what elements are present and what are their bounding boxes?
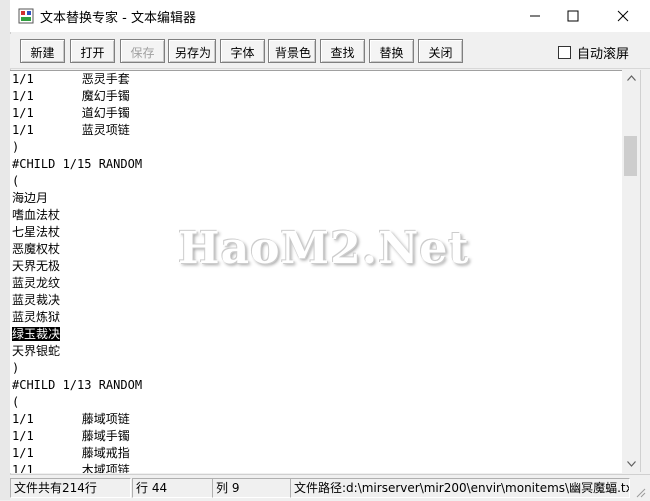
line-item-name: 魔幻手镯 — [81, 89, 130, 103]
title-bar[interactable]: 文本替换专家 - 文本编辑器 — [10, 0, 650, 32]
new-button[interactable]: 新建 — [20, 39, 65, 63]
text-line: #CHILD 1/13 RANDOM — [10, 377, 622, 394]
save-as-button[interactable]: 另存为 — [168, 39, 216, 63]
autoscroll-checkbox[interactable]: 自动滚屏 — [558, 43, 629, 62]
text-line: 1/1 藤域项链 — [10, 411, 622, 428]
scroll-up-icon — [626, 75, 636, 81]
text-line: ( — [10, 173, 622, 190]
close-button[interactable] — [600, 0, 646, 32]
text-line: 天界银蛇 — [10, 343, 622, 360]
checkbox-icon — [558, 46, 571, 59]
save-button[interactable]: 保存 — [120, 39, 165, 63]
line-text: 天界银蛇 — [12, 344, 61, 358]
text-line: 蓝灵炼狱 — [10, 309, 622, 326]
text-line: 1/1 藤域手镯 — [10, 428, 622, 445]
text-line: ) — [10, 139, 622, 156]
window-right-edge — [640, 70, 650, 472]
maximize-button[interactable] — [550, 0, 596, 32]
status-bar: 文件共有214行 行 44 列 9 文件路径:d:\mirserver\mir2… — [10, 474, 650, 501]
line-text: 1/1 — [12, 72, 34, 86]
line-item-name: 道幻手镯 — [81, 106, 130, 120]
line-text: 七星法杖 — [12, 225, 61, 239]
line-text: 1/1 — [12, 123, 34, 137]
size-grip-icon[interactable] — [634, 486, 646, 498]
toolbar: 新建 打开 保存 另存为 字体 背景色 查找 替换 关闭 自动滚屏 — [10, 34, 650, 69]
line-text: 蓝灵裁决 — [12, 293, 61, 307]
watermark: HaoM2.Net — [178, 223, 470, 274]
text-line: 嗜血法杖 — [10, 207, 622, 224]
background-color-button[interactable]: 背景色 — [268, 39, 316, 63]
line-text: 1/1 — [12, 463, 34, 473]
find-button[interactable]: 查找 — [320, 39, 365, 63]
line-text: #CHILD 1/15 RANDOM — [12, 157, 143, 171]
app-icon — [18, 8, 34, 24]
text-line: 1/1 道幻手镯 — [10, 105, 622, 122]
text-line: 1/1 恶灵手套 — [10, 71, 622, 88]
line-text: ( — [12, 174, 20, 188]
open-button[interactable]: 打开 — [70, 39, 115, 63]
text-line: 海边月 — [10, 190, 622, 207]
text-line: 绿玉裁决 — [10, 326, 622, 343]
line-item-name: 藤域手镯 — [81, 429, 130, 443]
line-text: 1/1 — [12, 429, 34, 443]
autoscroll-label: 自动滚屏 — [577, 47, 630, 62]
text-line: #CHILD 1/15 RANDOM — [10, 156, 622, 173]
line-text: 天界无极 — [12, 259, 61, 273]
text-line: ) — [10, 360, 622, 377]
font-button[interactable]: 字体 — [220, 39, 265, 63]
close-file-button[interactable]: 关闭 — [418, 39, 463, 63]
status-file-path: 文件路径:d:\mirserver\mir200\envir\monitems\… — [290, 478, 630, 498]
close-icon — [617, 10, 629, 22]
line-text: ( — [12, 395, 20, 409]
line-text: 海边月 — [12, 191, 49, 205]
text-line: 1/1 木域项链 — [10, 462, 622, 473]
line-text: 1/1 — [12, 89, 34, 103]
line-text: 1/1 — [12, 106, 34, 120]
text-line: 1/1 魔幻手镯 — [10, 88, 622, 105]
line-text: 绿玉裁决 — [12, 327, 61, 341]
vertical-scrollbar[interactable] — [622, 70, 640, 472]
text-line: 1/1 藤域戒指 — [10, 445, 622, 462]
line-text: ) — [12, 361, 20, 375]
status-file-lines: 文件共有214行 — [10, 478, 131, 498]
line-text: 嗜血法杖 — [12, 208, 61, 222]
status-row: 行 44 — [132, 478, 213, 498]
line-item-name: 藤域戒指 — [81, 446, 130, 460]
line-item-name: 蓝灵项链 — [81, 123, 130, 137]
line-text: 恶魔权杖 — [12, 242, 61, 256]
window-title: 文本替换专家 - 文本编辑器 — [40, 11, 196, 26]
text-line: 蓝灵龙纹 — [10, 275, 622, 292]
status-col: 列 9 — [212, 478, 291, 498]
line-text: #CHILD 1/13 RANDOM — [12, 378, 143, 392]
scroll-up-button[interactable] — [622, 70, 640, 86]
replace-button[interactable]: 替换 — [369, 39, 414, 63]
line-text: 蓝灵炼狱 — [12, 310, 61, 324]
line-item-name: 木域项链 — [81, 463, 130, 473]
line-text: ) — [12, 140, 20, 154]
line-item-name: 藤域项链 — [81, 412, 130, 426]
maximize-icon — [567, 10, 579, 22]
line-item-name: 恶灵手套 — [81, 72, 130, 86]
minimize-icon — [530, 15, 540, 17]
line-text: 1/1 — [12, 446, 34, 460]
editor-window: 文本替换专家 - 文本编辑器 新建 打开 保存 另存为 字体 背景色 查找 替换… — [0, 0, 650, 501]
text-line: 蓝灵裁决 — [10, 292, 622, 309]
scroll-down-button[interactable] — [622, 456, 640, 472]
text-line: ( — [10, 394, 622, 411]
text-line: 1/1 蓝灵项链 — [10, 122, 622, 139]
scrollbar-thumb[interactable] — [624, 136, 637, 176]
line-text: 1/1 — [12, 412, 34, 426]
line-text: 蓝灵龙纹 — [12, 276, 61, 290]
scroll-down-icon — [626, 461, 636, 467]
